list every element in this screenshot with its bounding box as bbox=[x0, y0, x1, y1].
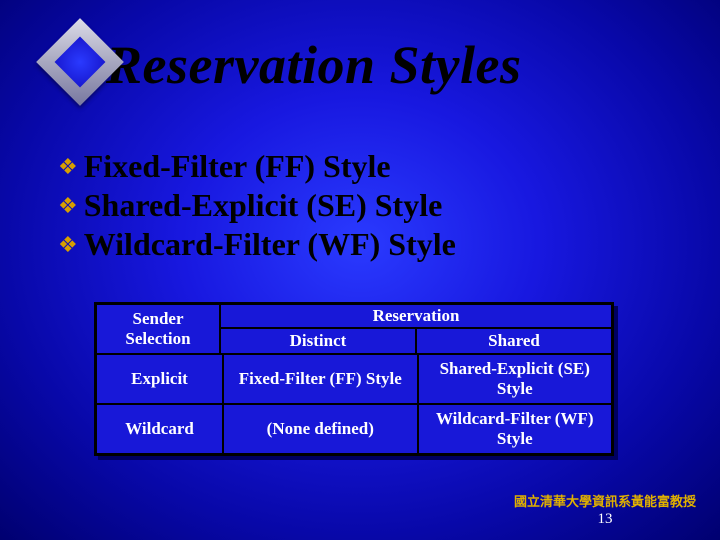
page-number: 13 bbox=[514, 511, 696, 528]
row-label: Explicit bbox=[96, 354, 223, 404]
list-item: ❖ Wildcard-Filter (WF) Style bbox=[58, 226, 456, 263]
table-header-reservation: Reservation bbox=[220, 304, 612, 328]
title-area: Reservation Styles bbox=[36, 24, 521, 106]
bullet-text: Fixed-Filter (FF) Style bbox=[84, 148, 391, 185]
bullet-text: Wildcard-Filter (WF) Style bbox=[84, 226, 456, 263]
bullet-list: ❖ Fixed-Filter (FF) Style ❖ Shared-Expli… bbox=[58, 148, 456, 265]
list-item: ❖ Fixed-Filter (FF) Style bbox=[58, 148, 456, 185]
diamond-icon bbox=[36, 18, 124, 106]
cell-se: Shared-Explicit (SE) Style bbox=[418, 354, 612, 404]
reservation-table: Sender Selection Reservation Distinct Sh… bbox=[94, 302, 614, 456]
footer: 國立清華大學資訊系黃能富教授 13 bbox=[514, 491, 696, 528]
bullet-text: Shared-Explicit (SE) Style bbox=[84, 187, 443, 224]
row-label: Wildcard bbox=[96, 404, 223, 454]
table-row: Wildcard (None defined) Wildcard-Filter … bbox=[96, 404, 612, 454]
cell-ff: Fixed-Filter (FF) Style bbox=[223, 354, 417, 404]
corner-line1: Sender bbox=[133, 309, 184, 329]
footer-credit: 國立清華大學資訊系黃能富教授 bbox=[514, 491, 696, 510]
corner-line2: Selection bbox=[125, 329, 190, 349]
table-row: Explicit Fixed-Filter (FF) Style Shared-… bbox=[96, 354, 612, 404]
cell-none: (None defined) bbox=[223, 404, 417, 454]
table-corner-header: Sender Selection bbox=[96, 304, 220, 354]
table-header-shared: Shared bbox=[416, 328, 612, 354]
table-header-distinct: Distinct bbox=[220, 328, 416, 354]
diamond-bullet-icon: ❖ bbox=[58, 195, 78, 217]
slide-title: Reservation Styles bbox=[106, 34, 521, 96]
cell-wf: Wildcard-Filter (WF) Style bbox=[418, 404, 612, 454]
list-item: ❖ Shared-Explicit (SE) Style bbox=[58, 187, 456, 224]
diamond-bullet-icon: ❖ bbox=[58, 234, 78, 256]
diamond-bullet-icon: ❖ bbox=[58, 156, 78, 178]
